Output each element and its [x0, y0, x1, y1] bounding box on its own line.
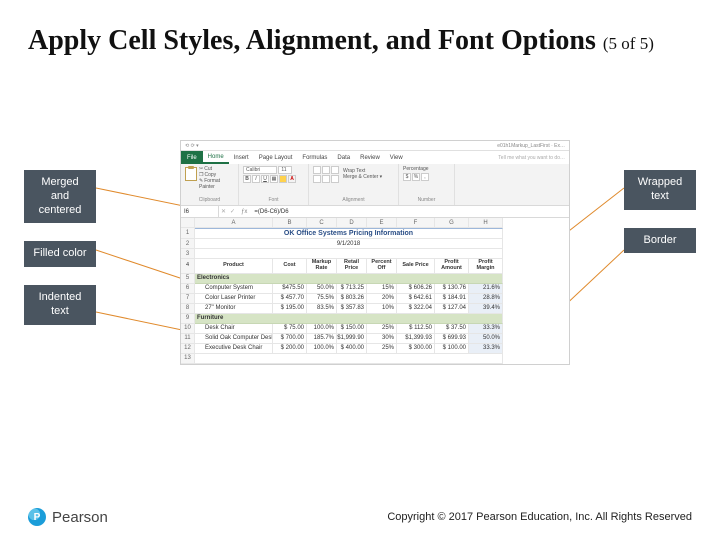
- ribbon-group-alignment: Wrap Text Merge & Center ▾ Alignment: [309, 164, 399, 205]
- ribbon: Cut Copy Format Painter Clipboard Calibr…: [181, 164, 569, 206]
- section-row[interactable]: 9Furniture: [181, 314, 569, 324]
- section-row[interactable]: 5Electronics: [181, 274, 569, 284]
- product-name: 27" Monitor: [195, 304, 273, 314]
- ribbon-group-number: Percentage $ % , Number: [399, 164, 455, 205]
- fill-color-button[interactable]: [279, 175, 287, 183]
- ribbon-group-clipboard: Cut Copy Format Painter Clipboard: [181, 164, 239, 205]
- tab-file[interactable]: File: [181, 151, 203, 164]
- tab-review[interactable]: Review: [355, 151, 385, 164]
- percent-button[interactable]: %: [412, 173, 420, 181]
- row-2[interactable]: 2 9/1/2018: [181, 239, 569, 249]
- group-label-clipboard: Clipboard: [185, 197, 234, 203]
- brand: Pearson: [28, 508, 108, 526]
- cancel-icon[interactable]: ✕: [219, 208, 228, 215]
- row-1[interactable]: 1 OK Office Systems Pricing Information: [181, 228, 569, 239]
- italic-button[interactable]: I: [252, 175, 260, 183]
- data-row[interactable]: 12Executive Desk Chair$ 200.00100.0%$ 40…: [181, 344, 569, 354]
- sheet-date: 9/1/2018: [195, 239, 503, 249]
- alignment-grid[interactable]: [313, 166, 339, 183]
- formula-input[interactable]: =(D6-C6)/D6: [251, 209, 569, 215]
- slide-title: Apply Cell Styles, Alignment, and Font O…: [28, 24, 692, 58]
- font-color-button[interactable]: A: [288, 175, 296, 183]
- paste-icon: [185, 167, 197, 181]
- paste-button[interactable]: [185, 166, 197, 190]
- group-label-font: Font: [243, 197, 304, 203]
- data-row[interactable]: 10Desk Chair$ 75.00100.0%$ 150.0025%$ 11…: [181, 324, 569, 334]
- enter-icon[interactable]: ✓: [228, 208, 237, 215]
- column-headers: AB CD EF GH: [181, 218, 569, 228]
- tab-view[interactable]: View: [385, 151, 408, 164]
- brand-name: Pearson: [52, 509, 108, 526]
- workbook-name: e01h1Markup_LastFirst · Ex…: [497, 143, 565, 149]
- product-name: Executive Desk Chair: [195, 344, 273, 354]
- tell-me-search[interactable]: Tell me what you want to do…: [498, 155, 569, 161]
- name-box[interactable]: I6: [181, 206, 219, 217]
- merge-center-button[interactable]: Merge & Center ▾: [343, 174, 382, 180]
- product-name: Desk Chair: [195, 324, 273, 334]
- row-4-headers[interactable]: 4 ProductCost Markup RateRetail Price Pe…: [181, 259, 569, 274]
- data-row[interactable]: 7Color Laser Printer$ 457.7075.5%$ 803.2…: [181, 294, 569, 304]
- worksheet[interactable]: AB CD EF GH 1 OK Office Systems Pricing …: [181, 218, 569, 364]
- copyright: Copyright © 2017 Pearson Education, Inc.…: [387, 511, 692, 523]
- tab-formulas[interactable]: Formulas: [297, 151, 332, 164]
- qat-icons[interactable]: ⟲ ⟳ ▾: [185, 143, 199, 149]
- data-row[interactable]: 11Solid Oak Computer Desk$ 700.00185.7%$…: [181, 334, 569, 344]
- excel-titlebar: ⟲ ⟳ ▾ e01h1Markup_LastFirst · Ex…: [181, 141, 569, 151]
- ribbon-group-font: Calibri 11 B I U ▦ A Font: [239, 164, 309, 205]
- slide-title-main: Apply Cell Styles, Alignment, and Font O…: [28, 25, 596, 56]
- comma-button[interactable]: ,: [421, 173, 429, 181]
- callout-filled-color: Filled color: [24, 241, 96, 267]
- excel-window: ⟲ ⟳ ▾ e01h1Markup_LastFirst · Ex… File H…: [180, 140, 570, 365]
- tab-data[interactable]: Data: [332, 151, 355, 164]
- product-name: Color Laser Printer: [195, 294, 273, 304]
- format-painter-button[interactable]: Format Painter: [199, 178, 234, 190]
- data-row[interactable]: 6Computer System$475.5050.0%$ 713.2515%$…: [181, 284, 569, 294]
- group-label-alignment: Alignment: [313, 197, 394, 203]
- currency-button[interactable]: $: [403, 173, 411, 181]
- callout-wrapped-text: Wrapped text: [624, 170, 696, 210]
- border-button[interactable]: ▦: [270, 175, 278, 183]
- callout-merged-centered: Merged and centered: [24, 170, 96, 223]
- row-13-blank[interactable]: 13: [181, 354, 569, 364]
- tab-insert[interactable]: Insert: [229, 151, 254, 164]
- stage: Merged and centered Filled color Indente…: [0, 140, 720, 480]
- clipboard-links: Cut Copy Format Painter: [199, 166, 234, 190]
- font-name-select[interactable]: Calibri: [243, 166, 277, 174]
- product-name: Solid Oak Computer Desk: [195, 334, 273, 344]
- fx-icon[interactable]: ƒx: [237, 209, 251, 215]
- underline-button[interactable]: U: [261, 175, 269, 183]
- data-row[interactable]: 827" Monitor$ 195.0083.5%$ 357.8310%$ 32…: [181, 304, 569, 314]
- row-3-blank[interactable]: 3: [181, 249, 569, 259]
- ribbon-tabs: File Home Insert Page Layout Formulas Da…: [181, 151, 569, 164]
- callout-indented-text: Indented text: [24, 285, 96, 325]
- bold-button[interactable]: B: [243, 175, 251, 183]
- product-name: Computer System: [195, 284, 273, 294]
- formula-bar: I6 ✕ ✓ ƒx =(D6-C6)/D6: [181, 206, 569, 218]
- sheet-title: OK Office Systems Pricing Information: [195, 228, 503, 239]
- callout-border: Border: [624, 228, 696, 254]
- font-size-select[interactable]: 11: [278, 166, 292, 174]
- pearson-logo-icon: [28, 508, 46, 526]
- group-label-number: Number: [403, 197, 450, 203]
- number-format-select[interactable]: Percentage: [403, 166, 429, 172]
- slide-title-sub: (5 of 5): [603, 34, 654, 53]
- callout-column-right: Wrapped text Border: [624, 170, 696, 253]
- callout-column-left: Merged and centered Filled color Indente…: [24, 170, 96, 325]
- slide-footer: Pearson Copyright © 2017 Pearson Educati…: [0, 508, 720, 526]
- tab-home[interactable]: Home: [203, 151, 229, 164]
- tab-page-layout[interactable]: Page Layout: [254, 151, 298, 164]
